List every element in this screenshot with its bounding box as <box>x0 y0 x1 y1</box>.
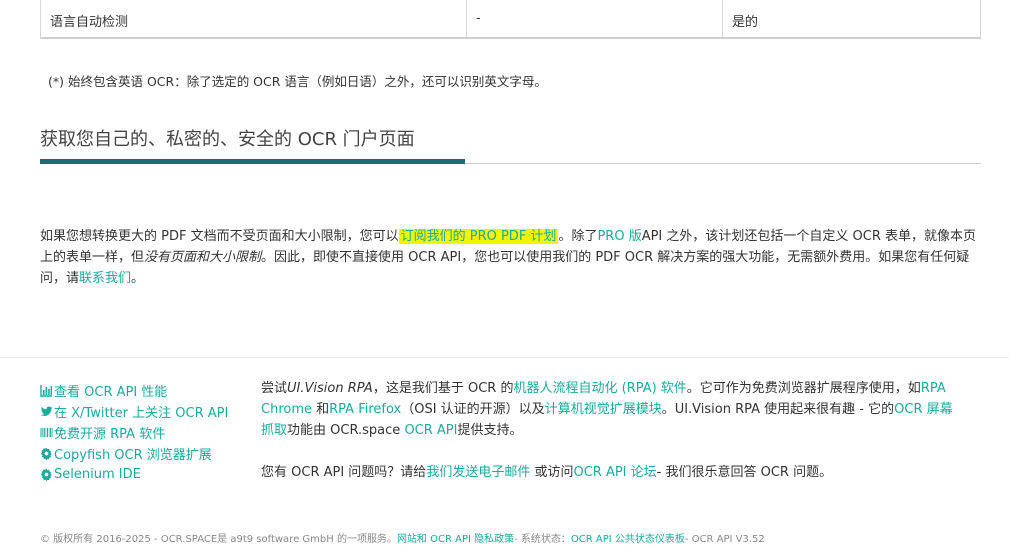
ocr-api-forum-link[interactable]: OCR API 论坛 <box>573 465 656 480</box>
uivision-paragraph: 尝试UI.Vision RPA，这是我们基于 OCR 的机器人流程自动化 (RP… <box>261 378 961 441</box>
footer-text-span: 您有 OCR API 问题吗？请给 <box>261 465 427 480</box>
footer-link-label: 免费开源 RPA 软件 <box>54 427 166 442</box>
computer-vision-link[interactable]: 计算机视觉扩展模块 <box>545 402 662 417</box>
footer-link-twitter[interactable]: 在 X/Twitter 上关注 OCR API <box>40 401 250 422</box>
table-cell-pro: 是的 <box>732 15 759 30</box>
footer-text-span: （OSI 认证的开源）以及 <box>401 402 545 417</box>
gear-icon <box>40 447 53 460</box>
uivision-emphasis: UI.Vision RPA <box>287 381 373 396</box>
paragraph-emphasis: 没有页面和大小限制 <box>144 250 262 265</box>
footer-link-label: Selenium IDE <box>54 467 141 482</box>
rpa-firefox-link[interactable]: RPA Firefox <box>329 402 401 417</box>
table-cell-free: - <box>467 0 723 37</box>
footer-text-span: 提供支持。 <box>457 423 523 438</box>
paragraph-text: 。 <box>131 271 145 286</box>
footer-text-span: 或访问 <box>530 465 574 480</box>
footer-text-span: 。UI.Vision RPA 使用起来很有趣 - 它的 <box>661 402 895 417</box>
footer-link-label: 查看 OCR API 性能 <box>54 385 168 400</box>
footer-link-copyfish[interactable]: Copyfish OCR 浏览器扩展 <box>40 443 250 464</box>
footer-text-span: 尝试 <box>261 381 288 396</box>
footer-text: 尝试UI.Vision RPA，这是我们基于 OCR 的机器人流程自动化 (RP… <box>261 378 961 483</box>
gear-icon <box>40 468 53 481</box>
paragraph-text: 。除了 <box>558 229 598 244</box>
footer-divider <box>0 357 1009 358</box>
ocr-api-link[interactable]: OCR API <box>404 423 457 438</box>
footer-link-selenium[interactable]: Selenium IDE <box>40 464 250 485</box>
bar-chart-icon <box>40 384 53 397</box>
footer-text-span: - 我们很乐意回答 OCR 问题。 <box>656 465 833 480</box>
footer-links: 查看 OCR API 性能 在 X/Twitter 上关注 OCR API 免费… <box>40 380 250 485</box>
footer-link-api-performance[interactable]: 查看 OCR API 性能 <box>40 380 250 401</box>
footer-link-label: 在 X/Twitter 上关注 OCR API <box>54 406 229 421</box>
pro-version-link[interactable]: PRO 版 <box>597 229 641 244</box>
contact-us-link[interactable]: 联系我们 <box>79 271 131 286</box>
footer-link-rpa[interactable]: 免费开源 RPA 软件 <box>40 422 250 443</box>
questions-paragraph: 您有 OCR API 问题吗？请给我们发送电子邮件 或访问OCR API 论坛-… <box>261 462 961 483</box>
copyright: © 版权所有 2016-2025 - OCR.SPACE是 a9t9 softw… <box>40 530 765 545</box>
footer-text-span: 。它可作为免费浏览器扩展程序使用，如 <box>686 381 921 396</box>
privacy-policy-link[interactable]: 网站和 OCR API 隐私政策 <box>397 534 514 545</box>
copyright-text: - 系统状态： <box>514 534 571 545</box>
copyright-text: © 版权所有 2016-2025 - OCR.SPACE是 a9t9 softw… <box>40 534 397 545</box>
barcode-icon <box>40 426 53 439</box>
subscribe-pro-pdf-link[interactable]: 订阅我们的 PRO PDF 计划 <box>398 229 559 244</box>
footer-text-span: 功能由 OCR.space <box>287 423 405 438</box>
rpa-software-link[interactable]: 机器人流程自动化 (RPA) 软件 <box>513 381 686 396</box>
footer-link-label: Copyfish OCR 浏览器扩展 <box>54 448 212 463</box>
twitter-icon <box>40 405 53 418</box>
paragraph-text: 如果您想转换更大的 PDF 文档而不受页面和大小限制，您可以 <box>40 229 399 244</box>
section-accent-bar <box>40 159 465 164</box>
status-dashboard-link[interactable]: OCR API 公共状态仪表板 <box>571 534 685 545</box>
footer-text-span: 和 <box>312 402 330 417</box>
copyright-text: - OCR API V3.52 <box>684 534 765 545</box>
email-us-link[interactable]: 我们发送电子邮件 <box>426 465 530 480</box>
pro-plan-paragraph: 如果您想转换更大的 PDF 文档而不受页面和大小限制，您可以 订阅我们的 PRO … <box>40 226 985 289</box>
table-row: 语言自动检测 - 是的 <box>40 0 981 39</box>
footnote: (*) 始终包含英语 OCR：除了选定的 OCR 语言（例如日语）之外，还可以识… <box>48 74 547 89</box>
table-cell-feature: 语言自动检测 <box>41 0 467 37</box>
section-title: 获取您自己的、私密的、安全的 OCR 门户页面 <box>40 129 415 150</box>
footer-text-span: ，这是我们基于 OCR 的 <box>372 381 514 396</box>
